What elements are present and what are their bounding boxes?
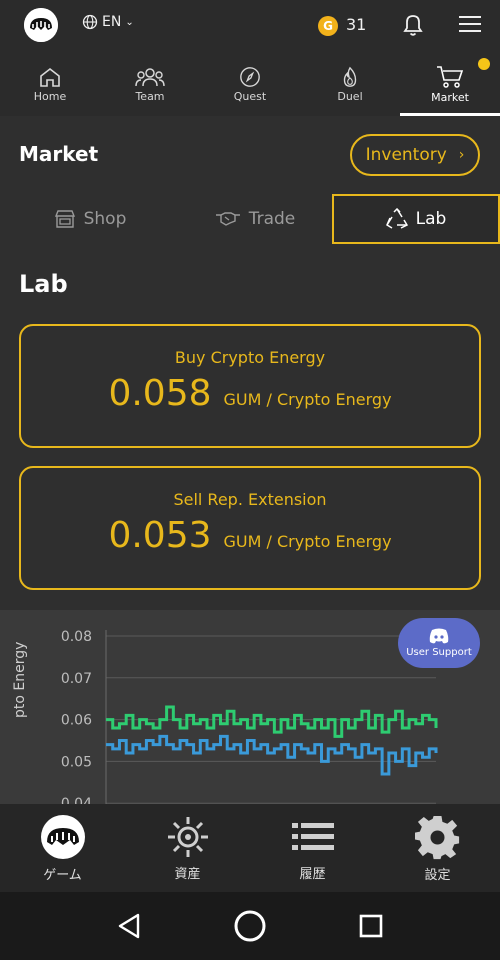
compass-icon: [240, 66, 260, 87]
bell-icon[interactable]: [401, 12, 425, 38]
support-label: User Support: [406, 647, 472, 658]
bottom-label: 履歴: [299, 866, 326, 882]
team-icon: [135, 67, 165, 86]
settings-icon: [414, 815, 459, 859]
nav-label: Duel: [337, 89, 363, 103]
y-tick-label: 0.08: [61, 629, 92, 645]
nav-item-home[interactable]: Home: [0, 52, 100, 116]
nav-label: Team: [135, 89, 165, 103]
bottom-item-assets[interactable]: 資産: [125, 804, 250, 892]
nav-label: Home: [33, 89, 67, 103]
game-icon: [40, 814, 85, 859]
nav-label: Market: [431, 90, 469, 104]
nav-item-duel[interactable]: Duel: [300, 52, 400, 116]
inventory-label: Inventory: [365, 145, 447, 165]
top-bar: EN ⌄ G 31: [0, 0, 500, 52]
recents-icon[interactable]: [358, 913, 384, 939]
bottom-label: 設定: [424, 867, 451, 883]
recycle-icon: [385, 208, 408, 229]
tab-trade[interactable]: Trade: [200, 194, 310, 244]
app-logo[interactable]: [24, 8, 58, 42]
section-title: Lab: [19, 270, 68, 298]
buy-label: Buy Crypto Energy: [174, 348, 326, 367]
home-circle-icon[interactable]: [233, 909, 267, 943]
y-tick-label: 0.05: [61, 754, 92, 770]
nav-item-quest[interactable]: Quest: [200, 52, 300, 116]
globe-icon: [82, 14, 98, 30]
tab-shop[interactable]: Shop: [40, 194, 140, 244]
market-tabs: Shop Trade Lab: [0, 194, 500, 244]
market-content: Market Inventory › Shop Trade Lab Lab Bu…: [0, 116, 500, 804]
shop-icon: [54, 210, 75, 228]
bottom-label: 資産: [174, 866, 201, 882]
buy-price-card: Buy Crypto Energy 0.058 GUM / Crypto Ene…: [19, 324, 481, 448]
series-line-0: [106, 705, 438, 738]
chevron-right-icon: ›: [458, 147, 465, 163]
chevron-down-icon: ⌄: [125, 16, 134, 28]
language-label: EN: [102, 14, 122, 30]
language-selector[interactable]: EN ⌄: [82, 14, 134, 30]
sell-value: 0.053: [108, 515, 212, 556]
y-tick-label: 0.04: [61, 796, 92, 804]
handshake-icon: [215, 212, 240, 226]
cart-icon: [437, 65, 464, 88]
assets-icon: [167, 816, 208, 857]
system-nav-bar: [0, 892, 500, 960]
notification-dot: [478, 58, 490, 70]
sell-label: Sell Rep. Extension: [173, 490, 327, 509]
back-icon[interactable]: [116, 912, 142, 940]
tab-label: Trade: [248, 209, 296, 229]
tab-label: Shop: [83, 209, 127, 229]
chart-y-label: pto Energy: [12, 641, 28, 718]
tab-lab[interactable]: Lab: [332, 194, 500, 244]
home-icon: [40, 67, 60, 87]
user-support-button[interactable]: User Support: [398, 618, 480, 668]
history-icon: [291, 822, 334, 850]
sell-price-card: Sell Rep. Extension 0.053 GUM / Crypto E…: [19, 466, 481, 590]
series-line-1: [106, 734, 438, 776]
y-tick-label: 0.07: [61, 671, 92, 687]
y-tick-label: 0.06: [61, 713, 92, 729]
nav-item-team[interactable]: Team: [100, 52, 200, 116]
coin-icon: G: [318, 16, 338, 36]
buy-value: 0.058: [108, 373, 212, 414]
discord-icon: [429, 628, 449, 644]
main-nav: Home Team Quest Duel Market: [0, 52, 500, 116]
nav-item-market[interactable]: Market: [400, 52, 500, 116]
inventory-button[interactable]: Inventory ›: [350, 134, 480, 176]
hamburger-menu-icon[interactable]: [459, 14, 481, 34]
buy-unit: GUM / Crypto Energy: [223, 390, 392, 409]
coin-count: 31: [346, 15, 367, 34]
page-title: Market: [19, 142, 99, 166]
tab-label: Lab: [415, 209, 447, 229]
nav-label: Quest: [233, 89, 267, 103]
bottom-nav: ゲーム 資産 履歴 設定: [0, 804, 500, 892]
bottom-item-history[interactable]: 履歴: [250, 804, 375, 892]
bottom-item-game[interactable]: ゲーム: [0, 804, 125, 892]
bottom-label: ゲーム: [43, 867, 82, 883]
flame-icon: [343, 66, 357, 87]
sell-unit: GUM / Crypto Energy: [223, 532, 392, 551]
bottom-item-settings[interactable]: 設定: [375, 804, 500, 892]
